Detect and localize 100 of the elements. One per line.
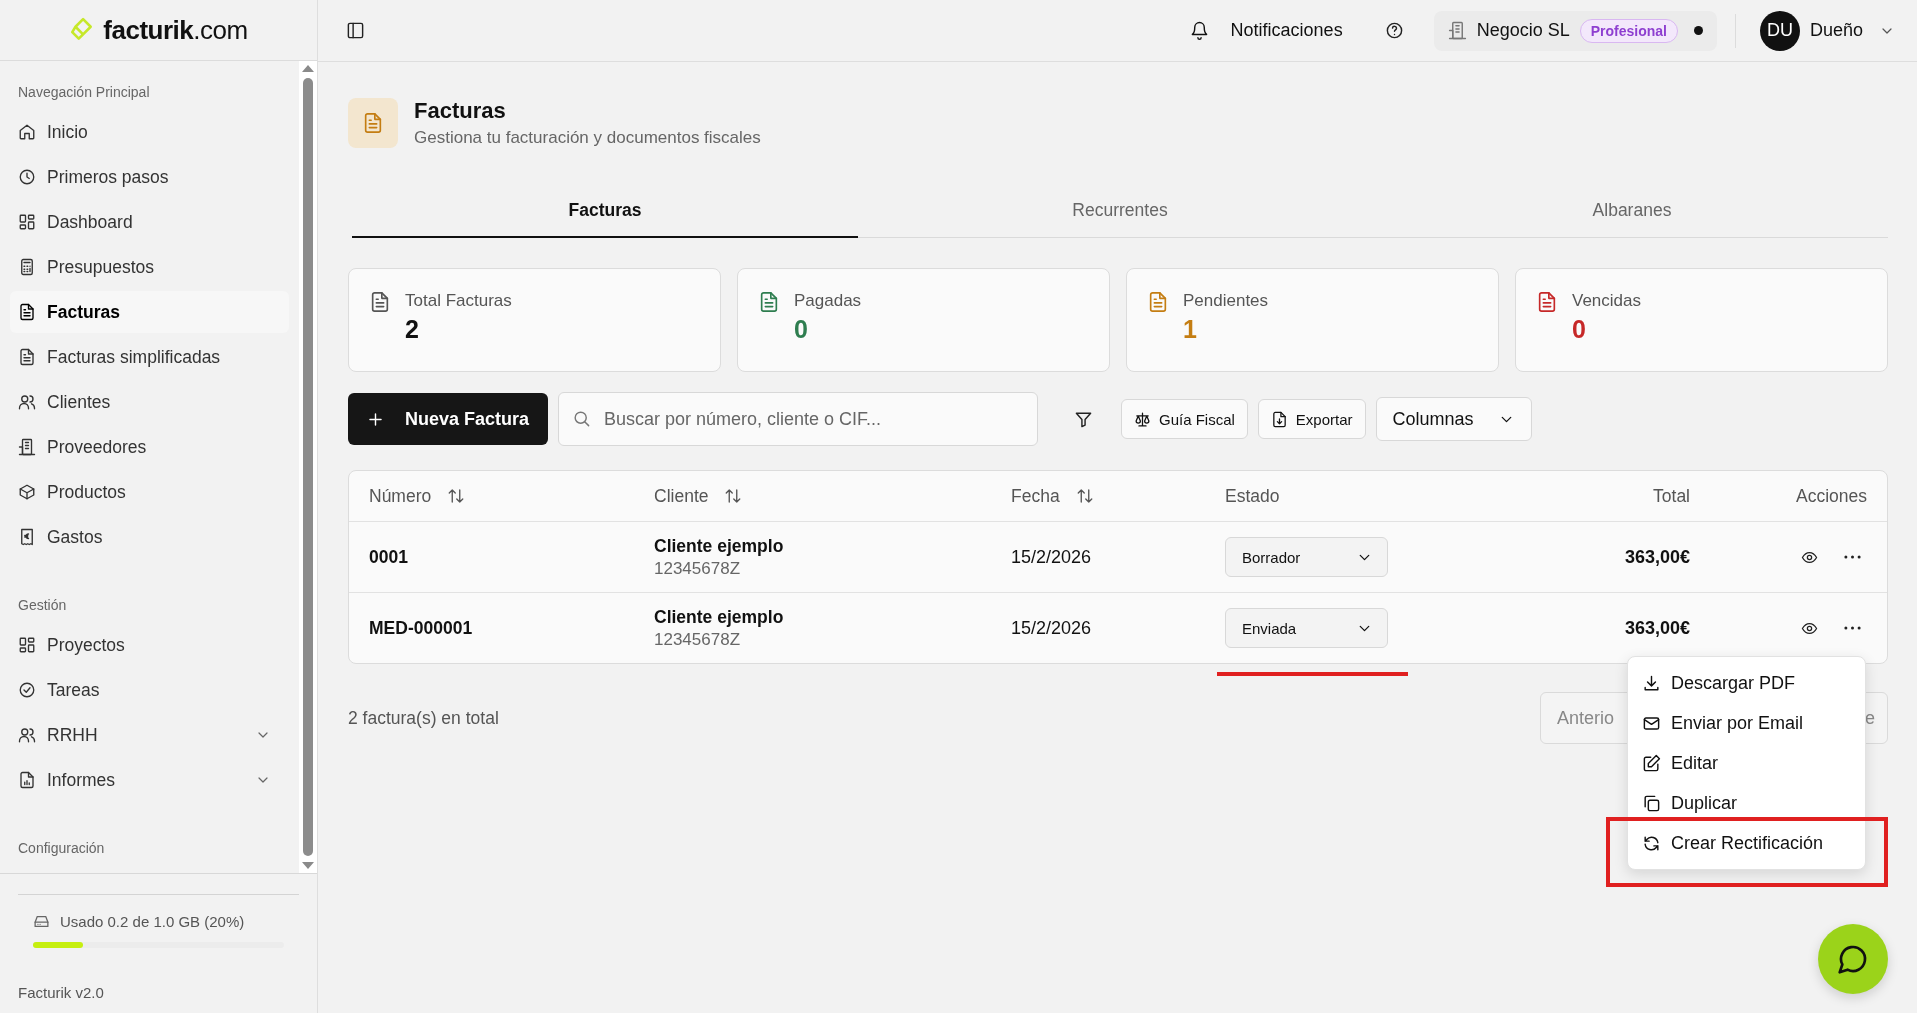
table-cell: Cliente ejemplo (654, 606, 784, 628)
sidebar-item[interactable]: Facturas simplificadas (10, 336, 289, 378)
status-select[interactable]: Borrador (1225, 537, 1388, 577)
bell-icon (1189, 21, 1209, 40)
stat-label: Pendientes (1183, 291, 1269, 311)
sort-icon (1075, 487, 1094, 505)
sidebar-item[interactable]: Informes (10, 759, 289, 801)
sort-icon (724, 487, 743, 505)
sort-icon (447, 487, 466, 505)
scale-icon (1134, 410, 1151, 428)
box-icon (18, 483, 36, 501)
calculator-icon (18, 258, 36, 276)
stat-label: Pagadas (794, 291, 862, 311)
sidebar-item[interactable]: Clientes (10, 381, 289, 423)
sidebar-item[interactable]: Productos (10, 471, 289, 513)
document-icon (362, 112, 384, 134)
stat-value: 1 (1183, 315, 1198, 344)
sidebar-item[interactable]: Facturas (10, 291, 289, 333)
building-icon (1447, 21, 1467, 40)
menu-item[interactable]: Editar (1628, 743, 1865, 783)
page-subtitle: Gestiona tu facturación y documentos fiscales (414, 128, 761, 148)
tab[interactable]: Facturas (352, 176, 858, 238)
export-button[interactable]: Exportar (1257, 399, 1366, 439)
column-header: Número (369, 485, 432, 507)
search-icon (572, 409, 591, 428)
sidebar-item[interactable]: Tareas (10, 669, 289, 711)
help-icon (1384, 21, 1404, 40)
sidebar-icon (346, 21, 365, 40)
file-download-icon (1270, 410, 1288, 428)
sidebar-item[interactable]: Gastos (10, 516, 289, 558)
document-icon (18, 348, 36, 366)
section-title: Gestión (17, 596, 68, 615)
page-title: Facturas (414, 98, 507, 124)
status-dot (1693, 26, 1703, 35)
more-icon (1844, 626, 1861, 630)
sidebar-item[interactable]: Inicio (10, 111, 289, 153)
table-cell: 0001 (369, 546, 408, 568)
table-cell: 15/2/2026 (1011, 546, 1092, 568)
storage-text: Usado 0.2 de 1.0 GB (20%) (60, 913, 245, 930)
user-menu[interactable]: DU Dueño (1753, 9, 1901, 52)
grid-icon (18, 213, 36, 231)
columns-button[interactable]: Columnas (1375, 397, 1532, 441)
document-icon (18, 303, 36, 321)
table-cell: 15/2/2026 (1011, 617, 1092, 639)
section-title: Configuración (17, 839, 106, 858)
sidebar-item[interactable]: RRHH (10, 714, 289, 756)
new-invoice-button[interactable]: Nueva Factura (348, 393, 548, 445)
building-icon (18, 438, 36, 456)
copy-icon (1642, 793, 1661, 813)
tab[interactable]: Recurrentes (864, 176, 1376, 238)
menu-item[interactable]: Duplicar (1628, 783, 1865, 823)
users-icon (18, 393, 36, 411)
plan-badge: Profesional (1579, 18, 1678, 43)
column-header: Fecha (1011, 485, 1060, 507)
section-title: Navegación Principal (17, 83, 151, 102)
scrollbar[interactable] (299, 61, 317, 873)
tab[interactable]: Albaranes (1376, 176, 1888, 238)
search-field[interactable]: Buscar por número, cliente o CIF... (558, 392, 1038, 446)
logo-text: facturik.com (103, 14, 248, 46)
clock-icon (18, 168, 36, 186)
stat-value: 2 (405, 315, 420, 344)
company-name: Negocio SL (1476, 20, 1570, 41)
sidebar-item[interactable]: Primeros pasos (10, 156, 289, 198)
grid-icon (18, 636, 36, 654)
sidebar-item[interactable]: Dashboard (10, 201, 289, 243)
table-cell: MED-000001 (369, 617, 473, 639)
column-header: Acciones (1796, 485, 1867, 507)
status-select[interactable]: Enviada (1225, 608, 1388, 648)
chart-document-icon (18, 771, 36, 789)
company-selector[interactable]: Negocio SL Profesional (1433, 10, 1717, 51)
sidebar-item[interactable]: Presupuestos (10, 246, 289, 288)
chat-button[interactable] (1818, 924, 1888, 994)
storage-icon (33, 913, 50, 930)
avatar: DU (1759, 10, 1800, 51)
table-cell: 12345678Z (654, 629, 741, 650)
table-cell: 363,00€ (1624, 617, 1690, 639)
more-icon (1844, 555, 1861, 559)
notifications-button[interactable]: Notificaciones (1179, 14, 1353, 47)
check-circle-icon (18, 681, 36, 699)
fiscal-guide-button[interactable]: Guía Fiscal (1121, 399, 1248, 439)
stat-label: Total Facturas (405, 291, 512, 311)
column-header: Total (1653, 485, 1690, 507)
stat-value: 0 (794, 315, 809, 344)
download-icon (1642, 673, 1661, 693)
stat-label: Vencidas (1572, 291, 1641, 311)
column-header: Cliente (654, 485, 709, 507)
menu-item[interactable]: Crear Rectificación (1628, 823, 1865, 863)
sidebar-item[interactable]: Proyectos (10, 624, 289, 666)
column-header: Estado (1225, 485, 1280, 507)
home-icon (18, 123, 36, 141)
edit-icon (1642, 753, 1661, 773)
stat-value: 0 (1572, 315, 1587, 344)
table-cell: 363,00€ (1624, 546, 1690, 568)
filter-icon (1074, 409, 1093, 429)
version-text: Facturik v2.0 (17, 984, 105, 1001)
sidebar-item[interactable]: Proveedores (10, 426, 289, 468)
table-cell: 12345678Z (654, 558, 741, 579)
invoice-count: 2 factura(s) en total (348, 707, 499, 729)
users-icon (18, 726, 36, 744)
chat-icon (1837, 943, 1869, 975)
